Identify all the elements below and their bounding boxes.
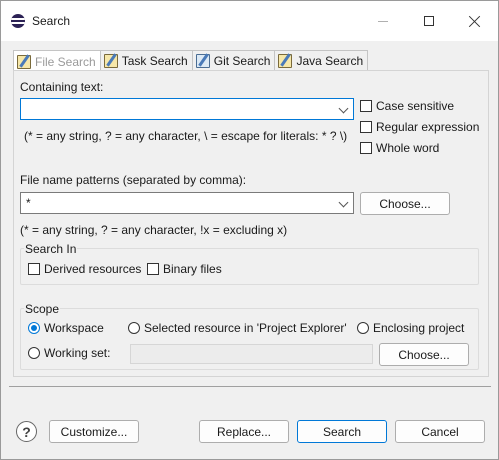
file-search-panel: Containing text: Case sensitive Regular … bbox=[13, 70, 489, 377]
checkbox-box[interactable] bbox=[28, 263, 40, 275]
divider bbox=[9, 386, 491, 387]
enclosing-project-radio[interactable]: Enclosing project bbox=[357, 321, 464, 335]
search-dialog: Search File Search Task Search Git Searc… bbox=[0, 0, 499, 460]
maximize-button[interactable] bbox=[406, 1, 452, 41]
file-name-patterns-hint: (* = any string, ? = any character, !x =… bbox=[20, 223, 288, 237]
radio-unselected[interactable] bbox=[357, 322, 369, 334]
chevron-down-icon[interactable] bbox=[338, 197, 349, 208]
tab-task-search[interactable]: Task Search bbox=[99, 50, 193, 71]
eclipse-icon bbox=[11, 14, 25, 28]
derived-resources-checkbox[interactable]: Derived resources bbox=[28, 262, 141, 276]
file-name-patterns-label: File name patterns (separated by comma): bbox=[20, 173, 247, 187]
scope-title: Scope bbox=[24, 302, 61, 316]
tab-label: Git Search bbox=[213, 54, 271, 68]
tab-label: File Search bbox=[35, 54, 96, 69]
tab-java-search[interactable]: Java Search bbox=[274, 50, 369, 71]
radio-label: Enclosing project bbox=[373, 321, 465, 335]
window-title: Search bbox=[32, 14, 71, 28]
selected-resource-radio[interactable]: Selected resource in 'Project Explorer' bbox=[128, 321, 347, 335]
tab-file-search[interactable]: File Search bbox=[13, 50, 101, 72]
tab-label: Task Search bbox=[121, 54, 188, 68]
containing-text-hint: (* = any string, ? = any character, \ = … bbox=[24, 129, 348, 143]
checkbox-label: Case sensitive bbox=[376, 99, 455, 113]
replace-button[interactable]: Replace... bbox=[199, 420, 289, 443]
close-button[interactable] bbox=[452, 1, 498, 41]
radio-unselected[interactable] bbox=[128, 322, 140, 334]
java-search-icon bbox=[278, 53, 293, 68]
checkbox-box[interactable] bbox=[360, 121, 372, 133]
choose-file-patterns-button[interactable]: Choose... bbox=[360, 192, 450, 215]
chevron-down-icon[interactable] bbox=[338, 103, 349, 114]
containing-text-label: Containing text: bbox=[20, 80, 104, 94]
binary-files-checkbox[interactable]: Binary files bbox=[147, 262, 222, 276]
minimize-icon bbox=[378, 20, 388, 22]
radio-label: Selected resource in 'Project Explorer' bbox=[144, 321, 347, 335]
maximize-icon bbox=[424, 16, 434, 26]
search-in-title: Search In bbox=[24, 242, 78, 256]
search-button[interactable]: Search bbox=[297, 420, 387, 443]
title-bar: Search bbox=[1, 1, 498, 41]
customize-button[interactable]: Customize... bbox=[49, 420, 139, 443]
checkbox-label: Binary files bbox=[163, 262, 222, 276]
git-search-icon bbox=[195, 53, 210, 68]
file-search-icon bbox=[17, 53, 31, 69]
checkbox-box[interactable] bbox=[360, 142, 372, 154]
checkbox-label: Derived resources bbox=[44, 262, 142, 276]
close-icon bbox=[469, 15, 481, 27]
checkbox-box[interactable] bbox=[360, 100, 372, 112]
whole-word-checkbox[interactable]: Whole word bbox=[360, 141, 439, 155]
file-name-patterns-combo[interactable]: * bbox=[20, 192, 354, 214]
minimize-button[interactable] bbox=[360, 1, 406, 41]
checkbox-label: Regular expression bbox=[376, 120, 480, 134]
working-set-radio[interactable]: Working set: bbox=[28, 346, 110, 360]
workspace-radio[interactable]: Workspace bbox=[28, 321, 104, 335]
radio-label: Working set: bbox=[44, 346, 111, 360]
help-icon[interactable]: ? bbox=[16, 421, 37, 442]
task-search-icon bbox=[103, 53, 118, 68]
case-sensitive-checkbox[interactable]: Case sensitive bbox=[360, 99, 454, 113]
working-set-field bbox=[130, 344, 373, 364]
choose-working-set-button[interactable]: Choose... bbox=[379, 343, 469, 366]
radio-selected[interactable] bbox=[28, 322, 40, 334]
file-name-patterns-value: * bbox=[26, 196, 31, 210]
checkbox-box[interactable] bbox=[147, 263, 159, 275]
radio-unselected[interactable] bbox=[28, 347, 40, 359]
radio-label: Workspace bbox=[44, 321, 104, 335]
cancel-button[interactable]: Cancel bbox=[395, 420, 485, 443]
tab-git-search[interactable]: Git Search bbox=[191, 50, 276, 71]
regular-expression-checkbox[interactable]: Regular expression bbox=[360, 120, 479, 134]
containing-text-combo[interactable] bbox=[20, 98, 354, 120]
tab-label: Java Search bbox=[296, 54, 364, 68]
search-tabs: File Search Task Search Git Search Java … bbox=[13, 50, 369, 72]
checkbox-label: Whole word bbox=[376, 141, 440, 155]
